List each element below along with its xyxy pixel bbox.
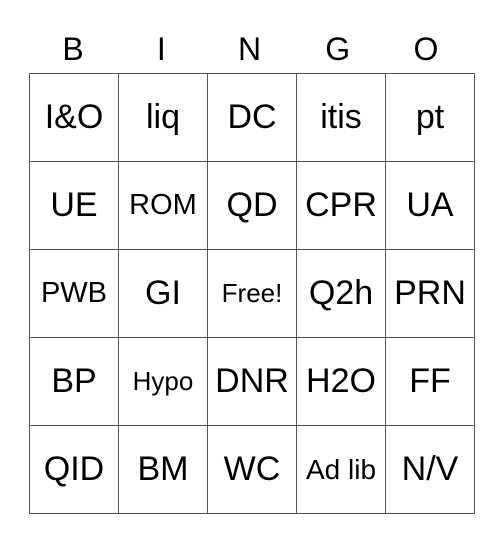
bingo-cell[interactable]: GI (118, 249, 208, 338)
bingo-header: B I N G O (29, 26, 470, 72)
header-letter-n: N (237, 31, 262, 67)
bingo-row: QID BM WC Ad lib N/V (29, 425, 475, 514)
bingo-cell[interactable]: DC (207, 73, 297, 162)
bingo-cell[interactable]: DNR (207, 337, 297, 426)
header-letter-b: B (62, 31, 84, 67)
bingo-cell[interactable]: ROM (118, 161, 208, 250)
bingo-cell[interactable]: Ad lib (296, 425, 386, 514)
header-letter-o: O (413, 31, 439, 67)
bingo-cell[interactable]: CPR (296, 161, 386, 250)
bingo-cell[interactable]: N/V (385, 425, 475, 514)
bingo-cell[interactable]: PRN (385, 249, 475, 338)
bingo-row: BP Hypo DNR H2O FF (29, 337, 475, 426)
bingo-cell[interactable]: H2O (296, 337, 386, 426)
bingo-cell[interactable]: pt (385, 73, 475, 162)
bingo-cell[interactable]: Q2h (296, 249, 386, 338)
bingo-row: UE ROM QD CPR UA (29, 161, 475, 250)
bingo-cell[interactable]: UA (385, 161, 475, 250)
bingo-cell[interactable]: WC (207, 425, 297, 514)
bingo-cell[interactable]: BP (29, 337, 119, 426)
bingo-card: I&O liq DC itis pt UE ROM QD CPR UA PWB GI Free! Q2h P… (29, 73, 475, 514)
header-letter-g: G (325, 31, 351, 67)
bingo-cell[interactable]: QD (207, 161, 297, 250)
bingo-cell[interactable]: PWB (29, 249, 119, 338)
bingo-cell[interactable]: FF (385, 337, 475, 426)
bingo-cell[interactable]: BM (118, 425, 208, 514)
bingo-cell[interactable]: Hypo (118, 337, 208, 426)
bingo-cell[interactable]: I&O (29, 73, 119, 162)
bingo-cell[interactable]: QID (29, 425, 119, 514)
bingo-cell[interactable]: Free! (207, 249, 297, 338)
bingo-row: PWB GI Free! Q2h PRN (29, 249, 475, 338)
bingo-cell[interactable]: liq (118, 73, 208, 162)
header-letter-i: I (156, 31, 166, 67)
bingo-cell[interactable]: UE (29, 161, 119, 250)
bingo-cell[interactable]: itis (296, 73, 386, 162)
bingo-row: I&O liq DC itis pt (29, 73, 475, 162)
